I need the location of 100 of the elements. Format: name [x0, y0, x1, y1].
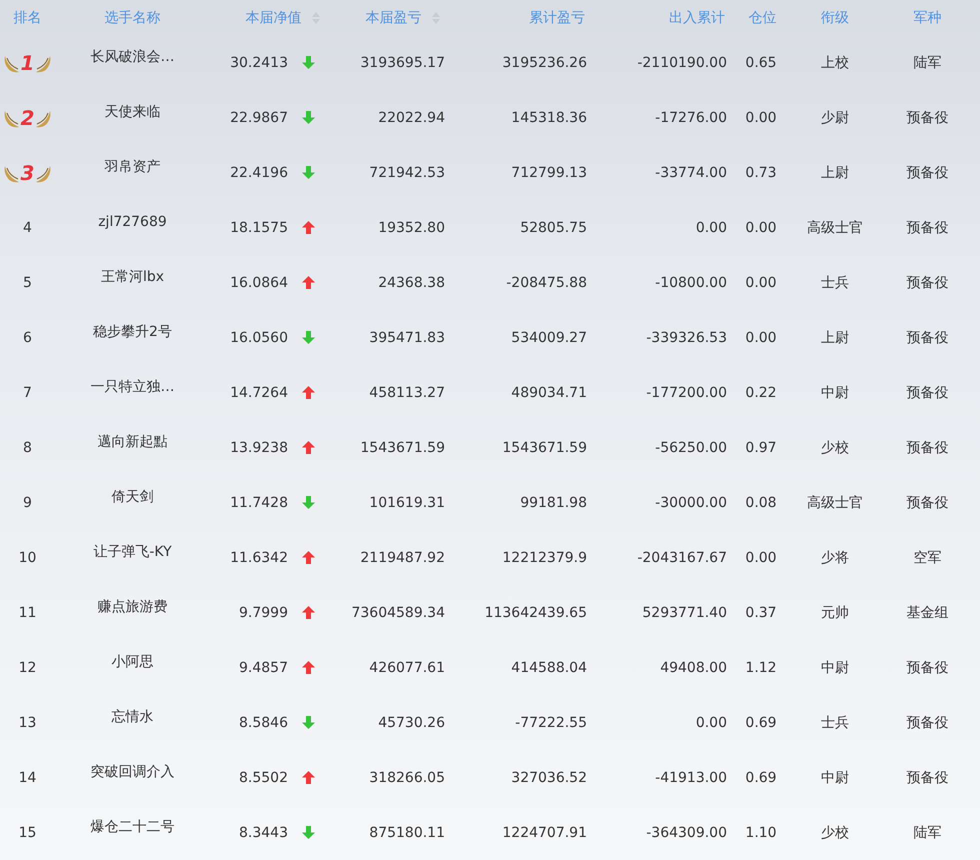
table-cell: 489034.71 [511, 384, 587, 400]
table-cell: 9.7999 [239, 604, 288, 620]
table-cell: 预备役 [906, 328, 948, 346]
table-cell: -364309.00 [646, 824, 727, 840]
table-cell: 0.00 [696, 714, 727, 730]
table-cell: 一只特立独… [90, 378, 174, 396]
table-cell: 0.00 [745, 274, 777, 290]
table-cell: 6 [23, 330, 32, 346]
table-cell: 1224707.91 [502, 824, 587, 840]
table-cell: 12 [18, 660, 36, 676]
table-cell: 9 [23, 494, 32, 510]
table-cell: -2110190.00 [637, 54, 727, 70]
table-cell: -10800.00 [655, 274, 727, 290]
table-cell: 458113.27 [369, 384, 445, 400]
table-cell: 101619.31 [369, 494, 445, 510]
table-cell: -208475.88 [506, 274, 587, 290]
table-cell: 0.00 [745, 110, 777, 126]
table-cell: 高级士官 [807, 494, 863, 512]
table-cell: 预备役 [906, 714, 948, 732]
table-cell: 预备役 [906, 274, 948, 292]
table-cell: 赚点旅游费 [98, 598, 168, 616]
table-cell: -33774.00 [655, 164, 727, 180]
column-header[interactable]: 本届盈亏 [366, 8, 422, 26]
table-cell: 空军 [914, 548, 942, 566]
table-cell: 145318.36 [511, 110, 587, 126]
table-cell: 基金组 [906, 604, 948, 622]
table-cell: 忘情水 [112, 708, 154, 726]
table-cell: -17276.00 [655, 110, 727, 126]
table-cell: 22022.94 [378, 110, 445, 126]
table-cell: -77222.55 [515, 714, 587, 730]
table-cell: 少校 [821, 438, 849, 456]
table-cell: 预备役 [906, 108, 948, 126]
table-cell: 长风破浪会… [90, 48, 174, 66]
table-cell: 12212379.9 [502, 550, 587, 566]
table-cell: 预备役 [906, 218, 948, 236]
table-cell: 5293771.40 [642, 604, 727, 620]
table-cell: 0.00 [696, 220, 727, 236]
table-cell: 7 [23, 384, 32, 400]
table-cell: 士兵 [821, 274, 849, 292]
table-cell: 爆仓二十二号 [90, 818, 174, 836]
table-cell: 19352.80 [378, 220, 445, 236]
table-cell: 52805.75 [520, 220, 587, 236]
table-cell: 稳步攀升2号 [93, 322, 172, 340]
column-header: 排名 [14, 8, 42, 26]
table-cell: 元帅 [821, 604, 849, 622]
table-cell: 预备役 [906, 768, 948, 786]
table-cell: -56250.00 [655, 440, 727, 456]
table-cell: 王常河lbx [100, 268, 164, 286]
table-cell: 14.7264 [230, 384, 288, 400]
table-cell: 15 [18, 824, 36, 840]
table-cell: 11 [18, 604, 36, 620]
table-cell: 0.65 [745, 54, 777, 70]
table-cell: 13.9238 [230, 440, 288, 456]
column-header[interactable]: 本届净值 [246, 8, 302, 26]
table-cell: 0.97 [745, 440, 777, 456]
table-cell: -41913.00 [655, 770, 727, 786]
table-cell: 中尉 [821, 768, 849, 786]
table-cell: 99181.98 [520, 494, 587, 510]
column-header: 选手名称 [104, 8, 160, 26]
table-cell: 1543671.59 [502, 440, 587, 456]
table-cell: 预备役 [906, 658, 948, 676]
table-cell: 0.08 [745, 494, 777, 510]
table-cell: 1543671.59 [360, 440, 445, 456]
table-cell: 875180.11 [369, 824, 445, 840]
table-cell: 13 [18, 714, 36, 730]
column-header: 出入累计 [669, 8, 725, 26]
table-cell: 318266.05 [369, 770, 445, 786]
table-cell: 534009.27 [511, 330, 587, 346]
table-cell: 陆军 [914, 824, 942, 842]
column-header: 衔级 [821, 8, 849, 26]
table-cell: 14 [18, 770, 36, 786]
table-cell: 上尉 [821, 164, 849, 182]
table-cell: 突破回调介入 [90, 762, 174, 780]
table-cell: 上校 [821, 54, 849, 72]
table-cell: 10 [18, 550, 36, 566]
table-cell: 0.73 [745, 164, 777, 180]
table-cell: 8.3443 [239, 824, 288, 840]
table-cell: 8.5846 [239, 714, 288, 730]
table-cell: 18.1575 [230, 220, 288, 236]
table-cell: 426077.61 [369, 660, 445, 676]
rank-number: 2 [20, 108, 36, 128]
table-cell: 羽帛资产 [104, 158, 160, 176]
table-cell: 让子弹飞-KY [93, 542, 172, 560]
table-cell: 49408.00 [660, 660, 727, 676]
table-cell: 预备役 [906, 384, 948, 402]
table-cell: 30.2413 [230, 54, 288, 70]
table-cell: -2043167.67 [637, 550, 727, 566]
table-cell: 1.12 [745, 660, 777, 676]
table-cell: 预备役 [906, 494, 948, 512]
table-cell: 中尉 [821, 658, 849, 676]
table-cell: 22.9867 [230, 110, 288, 126]
table-cell: 8.5502 [239, 770, 288, 786]
table-cell: 少将 [821, 548, 849, 566]
table-cell: 士兵 [821, 714, 849, 732]
table-cell: 0.69 [745, 770, 777, 786]
table-cell: 预备役 [906, 438, 948, 456]
table-cell: 11.6342 [230, 550, 288, 566]
table-cell: 9.4857 [239, 660, 288, 676]
rank-number: 3 [20, 162, 36, 182]
table-cell: 45730.26 [378, 714, 445, 730]
